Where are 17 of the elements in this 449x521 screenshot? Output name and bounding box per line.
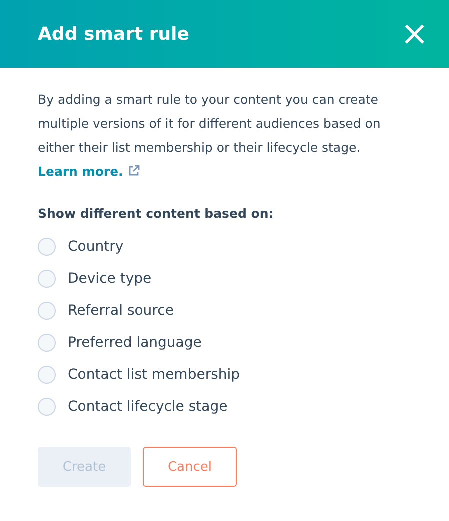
- radio-button[interactable]: [38, 398, 56, 416]
- radio-button[interactable]: [38, 334, 56, 352]
- radio-button[interactable]: [38, 270, 56, 288]
- option-label[interactable]: Contact list membership: [68, 367, 240, 383]
- option-label[interactable]: Contact lifecycle stage: [68, 399, 228, 415]
- option-label[interactable]: Device type: [68, 271, 152, 287]
- option-label[interactable]: Referral source: [68, 303, 174, 319]
- radio-button[interactable]: [38, 238, 56, 256]
- option-label[interactable]: Country: [68, 239, 124, 255]
- external-link-icon: [128, 165, 140, 177]
- radio-button[interactable]: [38, 302, 56, 320]
- dialog-title: Add smart rule: [38, 24, 190, 44]
- radio-button[interactable]: [38, 366, 56, 384]
- learn-more-link[interactable]: Learn more.: [38, 164, 140, 179]
- description-text: By adding a smart rule to your content you can create multiple versions of it for different audiences based on either their list membership or their lifecycle stage. Learn more.: [38, 91, 382, 181]
- options-label: Show different content based on:: [38, 206, 275, 221]
- option-label[interactable]: Preferred language: [68, 335, 202, 351]
